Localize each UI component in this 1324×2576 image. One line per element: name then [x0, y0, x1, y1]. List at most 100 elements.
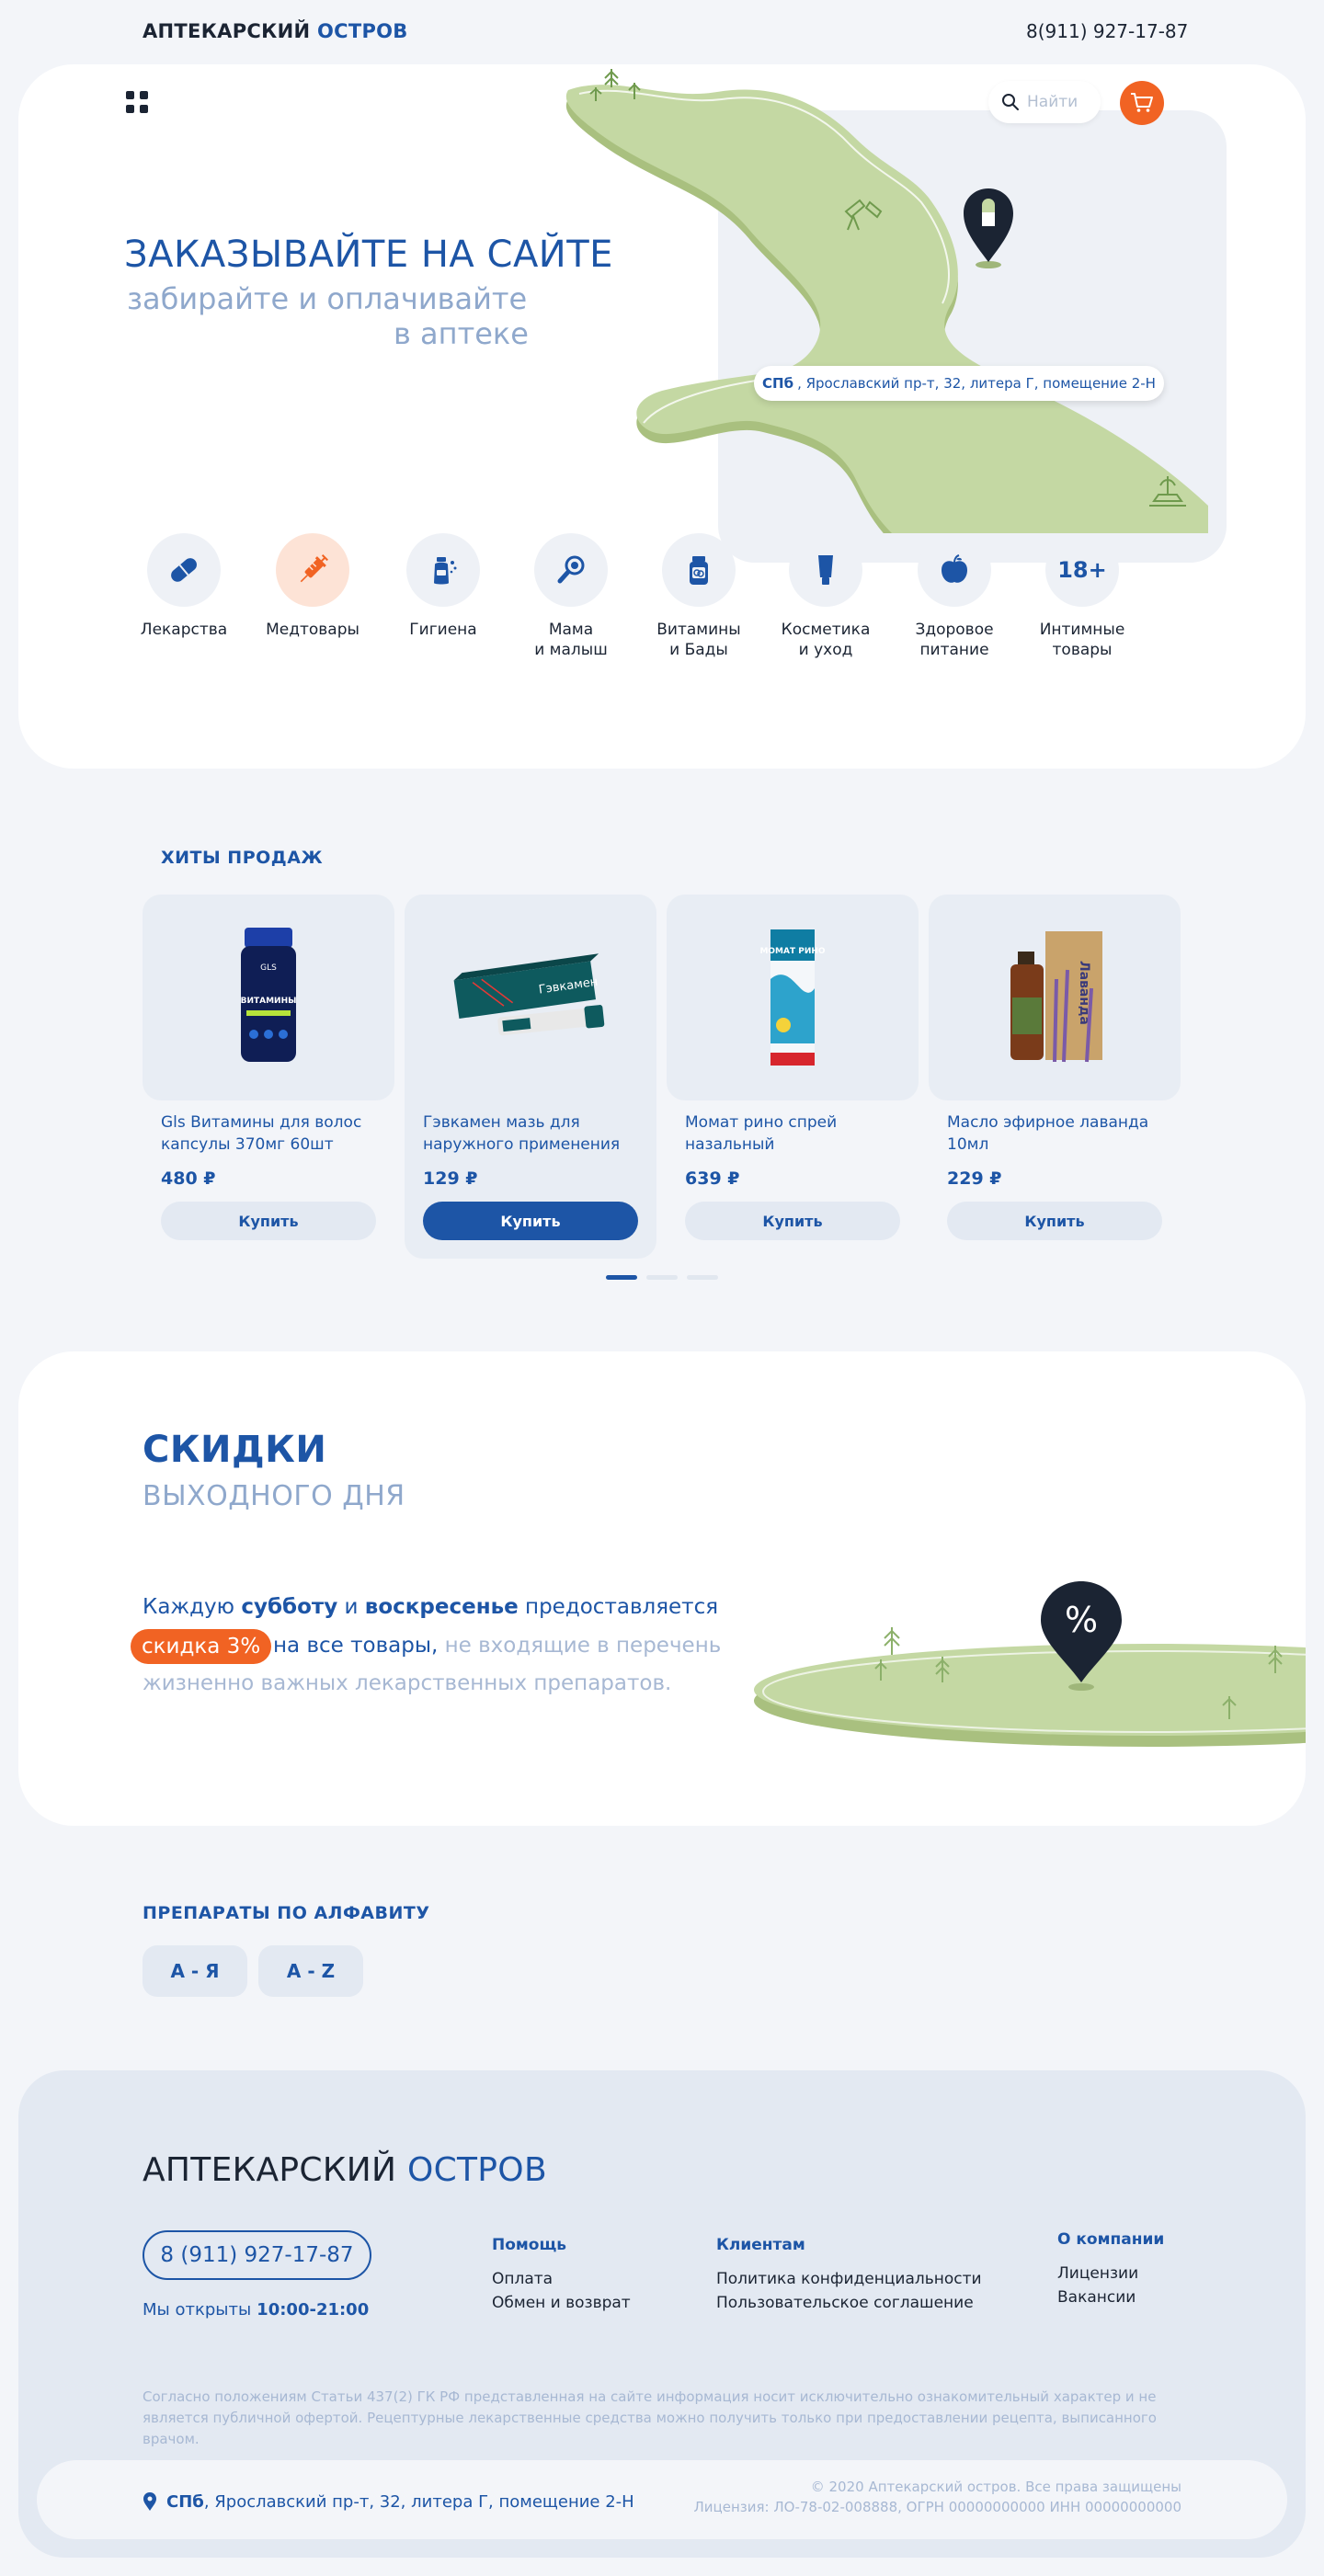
- footer-link-licenses[interactable]: Лицензии: [1057, 2262, 1164, 2285]
- category-intimate[interactable]: 18+ Интимные товары: [1032, 533, 1133, 660]
- category-medicines[interactable]: Лекарства: [133, 533, 234, 640]
- logo-part1: АПТЕКАРСКИЙ: [143, 2151, 397, 2189]
- apple-icon: [942, 554, 967, 583]
- category-icon-wrap: [406, 533, 480, 607]
- footer-link-vacancies[interactable]: Вакансии: [1057, 2285, 1164, 2309]
- product-card[interactable]: МОМАТ РИНО Момат рино спрей назальный до…: [667, 895, 919, 1259]
- category-label: Гигиена: [409, 621, 477, 639]
- address-street: , Ярославский пр-т, 32, литера Г, помеще…: [797, 375, 1156, 392]
- footer-logo[interactable]: АПТЕКАРСКИЙ ОСТРОВ: [143, 2151, 547, 2189]
- percent-pin-icon: %: [1065, 1600, 1098, 1640]
- product-price: 639 ₽: [685, 1168, 740, 1189]
- opening-hours: Мы открыты 10:00-21:00: [143, 2300, 370, 2320]
- discount-title: СКИДКИ: [143, 1429, 327, 1471]
- footer-column-company: О компании Лицензии Вакансии: [1057, 2230, 1164, 2309]
- footer-link-returns[interactable]: Обмен и возврат: [492, 2291, 631, 2315]
- discount-text-line2: на все товары, не входящие в перечень: [273, 1634, 722, 1658]
- logo-part2: ОСТРОВ: [316, 20, 408, 42]
- address-city: СПб: [762, 375, 794, 392]
- footer-link-privacy[interactable]: Политика конфиденциальности: [716, 2267, 982, 2291]
- footer-column-heading: Помощь: [492, 2236, 567, 2254]
- logo-part1: АПТЕКАРСКИЙ: [143, 20, 311, 42]
- age-18-icon: 18+: [1057, 557, 1107, 583]
- alphabet-title: ПРЕПАРАТЫ ПО АЛФАВИТУ: [143, 1903, 430, 1923]
- category-icon-wrap: 18+: [1045, 533, 1119, 607]
- footer-column-clients: Клиентам Политика конфиденциальности Пол…: [716, 2236, 982, 2315]
- hits-title: ХИТЫ ПРОДАЖ: [161, 848, 324, 868]
- category-mother-baby[interactable]: Мама и малыш: [520, 533, 622, 660]
- alphabet-latin-button[interactable]: A - Z: [258, 1945, 363, 1997]
- discount-badge: скидка 3%: [131, 1629, 272, 1664]
- category-label: Косметика и уход: [781, 621, 871, 659]
- product-card[interactable]: GLS ВИТАМИНЫ Gls Витамины для волос капсу…: [143, 895, 394, 1259]
- carousel-dot[interactable]: [646, 1275, 678, 1280]
- product-image-text: МОМАТ РИНО: [759, 947, 825, 956]
- product-price: 129 ₽: [423, 1168, 478, 1189]
- footer-column-heading: О компании: [1057, 2230, 1165, 2249]
- product-name[interactable]: Масло эфирное лаванда 10мл: [947, 1111, 1164, 1156]
- product-name[interactable]: Gls Витамины для волос капсулы 370мг 60ш…: [161, 1111, 378, 1156]
- product-image: Лаванда: [929, 895, 1181, 1100]
- buy-button[interactable]: Купить: [685, 1202, 900, 1240]
- footer-link-terms[interactable]: Пользовательское соглашение: [716, 2291, 982, 2315]
- product-image-text: ВИТАМИНЫ: [241, 997, 297, 1006]
- cart-button[interactable]: [1120, 81, 1164, 125]
- header-logo[interactable]: АПТЕКАРСКИЙ ОСТРОВ: [143, 20, 408, 42]
- product-card[interactable]: Гэвкамен Гэвкамен мазь для наружного при…: [405, 895, 656, 1259]
- map-pin-icon: [964, 188, 1013, 268]
- product-image: МОМАТ РИНО: [667, 895, 919, 1100]
- search-icon: [1002, 94, 1019, 110]
- category-label: Здоровое питание: [915, 621, 994, 659]
- buy-button[interactable]: Купить: [161, 1202, 376, 1240]
- discount-text-line1: Каждую субботу и воскресенье предоставля…: [143, 1595, 719, 1619]
- carousel-dot[interactable]: [687, 1275, 718, 1280]
- category-hygiene[interactable]: Гигиена: [393, 533, 494, 640]
- product-name[interactable]: Гэвкамен мазь для наружного применения т…: [423, 1111, 640, 1156]
- category-icon-wrap: [276, 533, 349, 607]
- footer-phone-button[interactable]: 8 (911) 927-17-87: [143, 2230, 371, 2280]
- product-name[interactable]: Момат рино спрей назальный дозированный.…: [685, 1111, 902, 1156]
- category-medical-goods[interactable]: Медтовары: [262, 533, 363, 640]
- category-vitamins[interactable]: Витамины и Бады: [648, 533, 749, 660]
- footer-link-payment[interactable]: Оплата: [492, 2267, 631, 2291]
- category-icon-wrap: [918, 533, 991, 607]
- cart-icon: [1131, 93, 1153, 112]
- vitamin-jar-icon: [690, 556, 708, 585]
- buy-button[interactable]: Купить: [947, 1202, 1162, 1240]
- product-price: 480 ₽: [161, 1168, 216, 1189]
- baby-rattle-icon: [557, 555, 585, 584]
- category-label: Медтовары: [266, 621, 360, 639]
- svg-text:GLS: GLS: [260, 963, 277, 973]
- product-image: Гэвкамен: [405, 895, 656, 1100]
- legal-disclaimer: Согласно положениям Статьи 437(2) ГК РФ …: [143, 2388, 1157, 2447]
- discount-island-illustration: %: [754, 1581, 1306, 1747]
- copyright-text: © 2020 Аптекарский остров. Все права защ…: [810, 2479, 1181, 2495]
- category-cosmetics[interactable]: Косметика и уход: [775, 533, 876, 660]
- footer-address[interactable]: СПб, Ярославский пр-т, 32, литера Г, пом…: [143, 2491, 634, 2512]
- category-icon-wrap: [662, 533, 736, 607]
- alphabet-cyrillic-button[interactable]: А - Я: [143, 1945, 247, 1997]
- buy-button[interactable]: Купить: [423, 1202, 638, 1240]
- category-healthy-food[interactable]: Здоровое питание: [904, 533, 1005, 660]
- search-input[interactable]: Найти: [988, 81, 1101, 123]
- hero-subtitle-line2: в аптеке: [394, 316, 529, 351]
- copyright-block: © 2020 Аптекарский остров. Все права защ…: [644, 2477, 1181, 2517]
- category-label: Витамины и Бады: [656, 621, 741, 659]
- license-text: Лицензия: ЛО-78-02-008888, ОГРН 00000000…: [693, 2499, 1181, 2515]
- logo-part2: ОСТРОВ: [406, 2151, 547, 2189]
- search-placeholder: Найти: [1027, 93, 1079, 111]
- location-pin-icon: [143, 2492, 156, 2511]
- hero-subtitle-line1: забирайте и оплачивайте: [127, 281, 528, 316]
- discount-subtitle: ВЫХОДНОГО ДНЯ: [143, 1480, 405, 1512]
- discount-text-line3: жизненно важных лекарственных препаратов…: [143, 1671, 672, 1695]
- map-address-label[interactable]: СПб, Ярославский пр-т, 32, литера Г, пом…: [754, 366, 1164, 401]
- product-card[interactable]: Лаванда Масло эфирное лаванда 10мл 229 ₽…: [929, 895, 1181, 1259]
- footer-column-heading: Клиентам: [716, 2236, 805, 2254]
- carousel-dot-active[interactable]: [606, 1275, 637, 1280]
- cosmetics-tube-icon: [818, 555, 833, 585]
- category-label: Мама и малыш: [534, 621, 608, 659]
- hero-title: ЗАКАЗЫВАЙТЕ НА САЙТЕ: [124, 234, 613, 276]
- syringe-icon: [300, 554, 328, 583]
- category-label: Интимные товары: [1039, 621, 1125, 659]
- menu-grid-icon[interactable]: [126, 91, 148, 113]
